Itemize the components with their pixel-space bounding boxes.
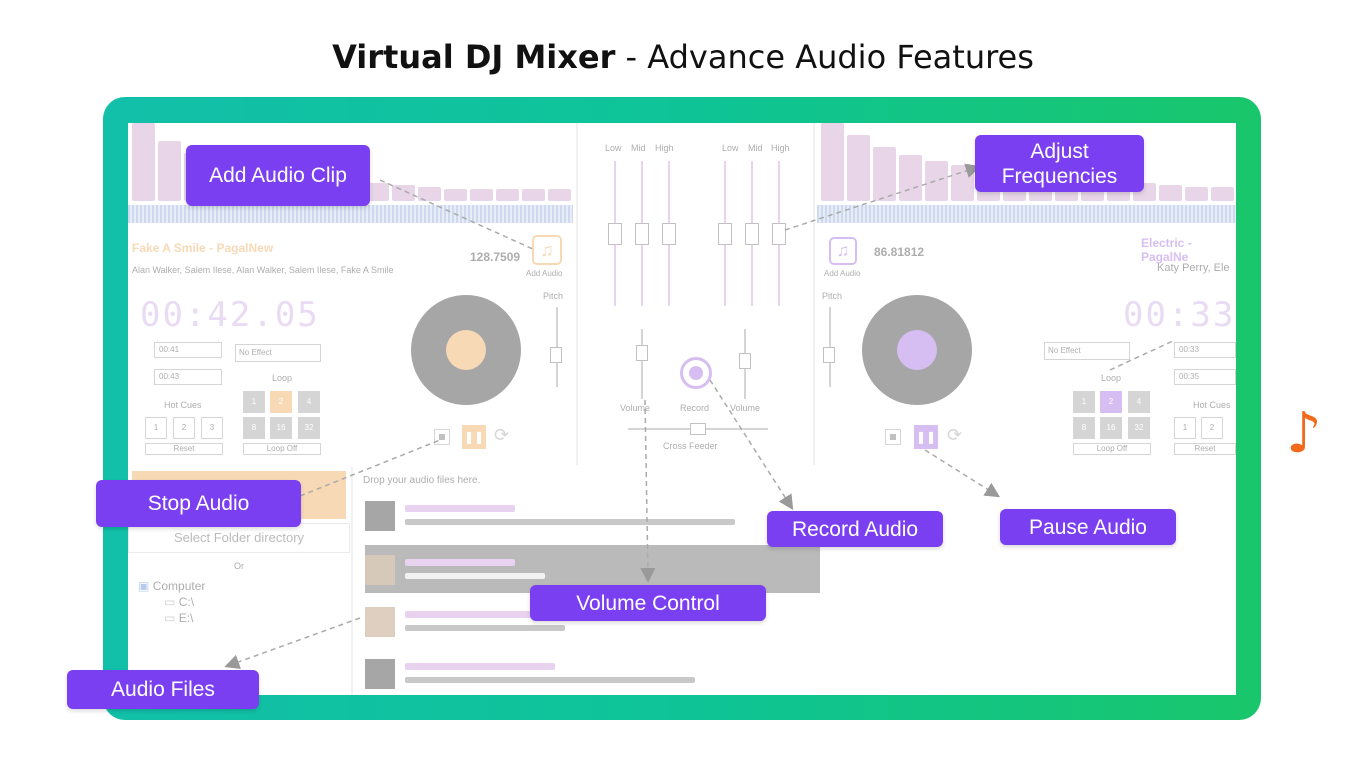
page: Virtual DJ Mixer - Advance Audio Feature… — [0, 0, 1366, 768]
pointer-stop-audio — [299, 439, 441, 497]
pointer-adjust-frequencies — [784, 163, 981, 231]
callout-add-audio-clip: Add Audio Clip — [186, 145, 370, 206]
callout-audio-files: Audio Files — [67, 670, 259, 709]
pointer-record-audio — [709, 379, 794, 511]
pointer-add-audio-clip — [379, 179, 536, 251]
callout-pause-audio: Pause Audio — [1000, 509, 1176, 545]
callout-volume-control: Volume Control — [530, 585, 766, 621]
pointer-pause-audio — [924, 449, 1001, 498]
music-note-icon: ♪ — [1286, 401, 1322, 466]
callout-pointers — [224, 163, 1176, 669]
pointer-audio-files — [224, 617, 361, 669]
callout-stop-audio: Stop Audio — [96, 480, 301, 527]
pointer-loop — [1109, 339, 1176, 371]
callout-adjust-frequencies: Adjust Frequencies — [975, 135, 1144, 192]
callout-record-audio: Record Audio — [767, 511, 943, 547]
pointer-volume-control — [640, 399, 656, 583]
